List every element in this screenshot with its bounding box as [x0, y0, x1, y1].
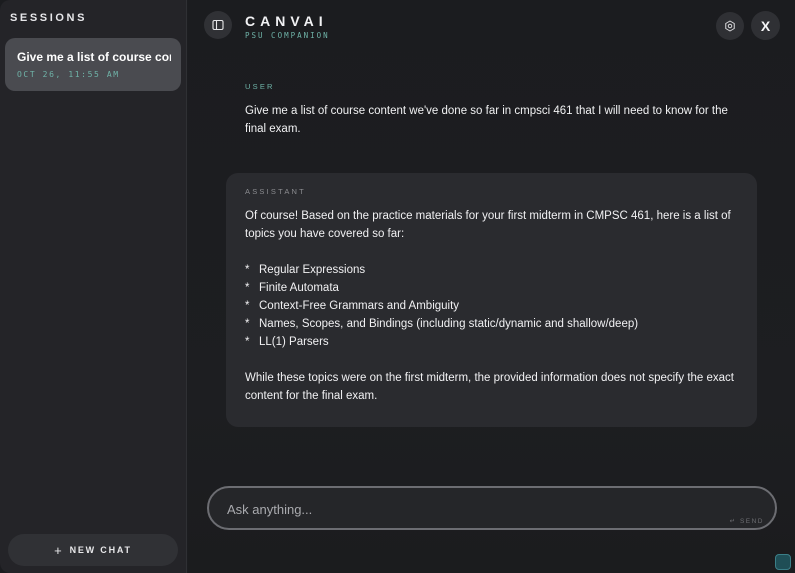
sessions-heading: SESSIONS	[10, 12, 88, 24]
list-item-text: LL(1) Parsers	[259, 336, 329, 348]
list-item-text: Context-Free Grammars and Ambiguity	[259, 300, 460, 312]
app-title: CANVAI	[245, 13, 328, 29]
user-role-label: USER	[245, 82, 275, 91]
user-message-text: Give me a list of course content we've d…	[245, 105, 728, 135]
assistant-role-label: ASSISTANT	[245, 187, 306, 196]
app-window: SESSIONS Give me a list of course con...…	[0, 0, 795, 573]
new-chat-label: NEW CHAT	[69, 545, 132, 555]
list-item: * Context-Free Grammars and Ambiguity	[245, 297, 757, 315]
settings-button[interactable]	[716, 12, 744, 40]
list-item: * Regular Expressions	[245, 261, 757, 279]
assistant-message: ASSISTANT Of course! Based on the practi…	[226, 173, 757, 427]
list-item: * Names, Scopes, and Bindings (including …	[245, 315, 757, 333]
plus-icon: +	[54, 542, 64, 558]
assistant-outro-text: While these topics were on the first mid…	[245, 372, 734, 402]
list-item-text: Finite Automata	[259, 282, 339, 294]
chat-input[interactable]	[227, 499, 707, 519]
session-item[interactable]: Give me a list of course con... OCT 26, …	[5, 38, 181, 91]
send-button[interactable]: ↵ SEND	[730, 517, 764, 525]
sidebar-toggle-button[interactable]	[204, 11, 232, 39]
list-item: * LL(1) Parsers	[245, 333, 757, 351]
close-icon: X	[760, 17, 771, 34]
sidebar: SESSIONS Give me a list of course con...…	[0, 0, 187, 573]
corner-widget-button[interactable]	[775, 554, 791, 570]
user-message: USER Give me a list of course content we…	[245, 82, 745, 138]
sidebar-panel-icon	[212, 19, 224, 31]
app-subtitle: PSU COMPANION	[245, 31, 330, 40]
gear-icon	[725, 20, 735, 32]
assistant-intro-text: Of course! Based on the practice materia…	[245, 210, 731, 240]
list-item-text: Names, Scopes, and Bindings (including s…	[259, 318, 639, 330]
session-timestamp: OCT 26, 11:55 AM	[17, 70, 120, 79]
session-title: Give me a list of course con...	[17, 50, 171, 64]
list-item: * Finite Automata	[245, 279, 757, 297]
new-chat-button[interactable]: + NEW CHAT	[8, 534, 178, 566]
chat-main: CANVAI PSU COMPANION X USER Give me a li…	[188, 0, 795, 573]
topic-list: * Regular Expressions * Finite Automata * C…	[245, 261, 757, 351]
chat-input-bar[interactable]: ↵ SEND	[207, 486, 777, 530]
close-button[interactable]: X	[751, 11, 780, 40]
list-item-text: Regular Expressions	[259, 264, 366, 276]
